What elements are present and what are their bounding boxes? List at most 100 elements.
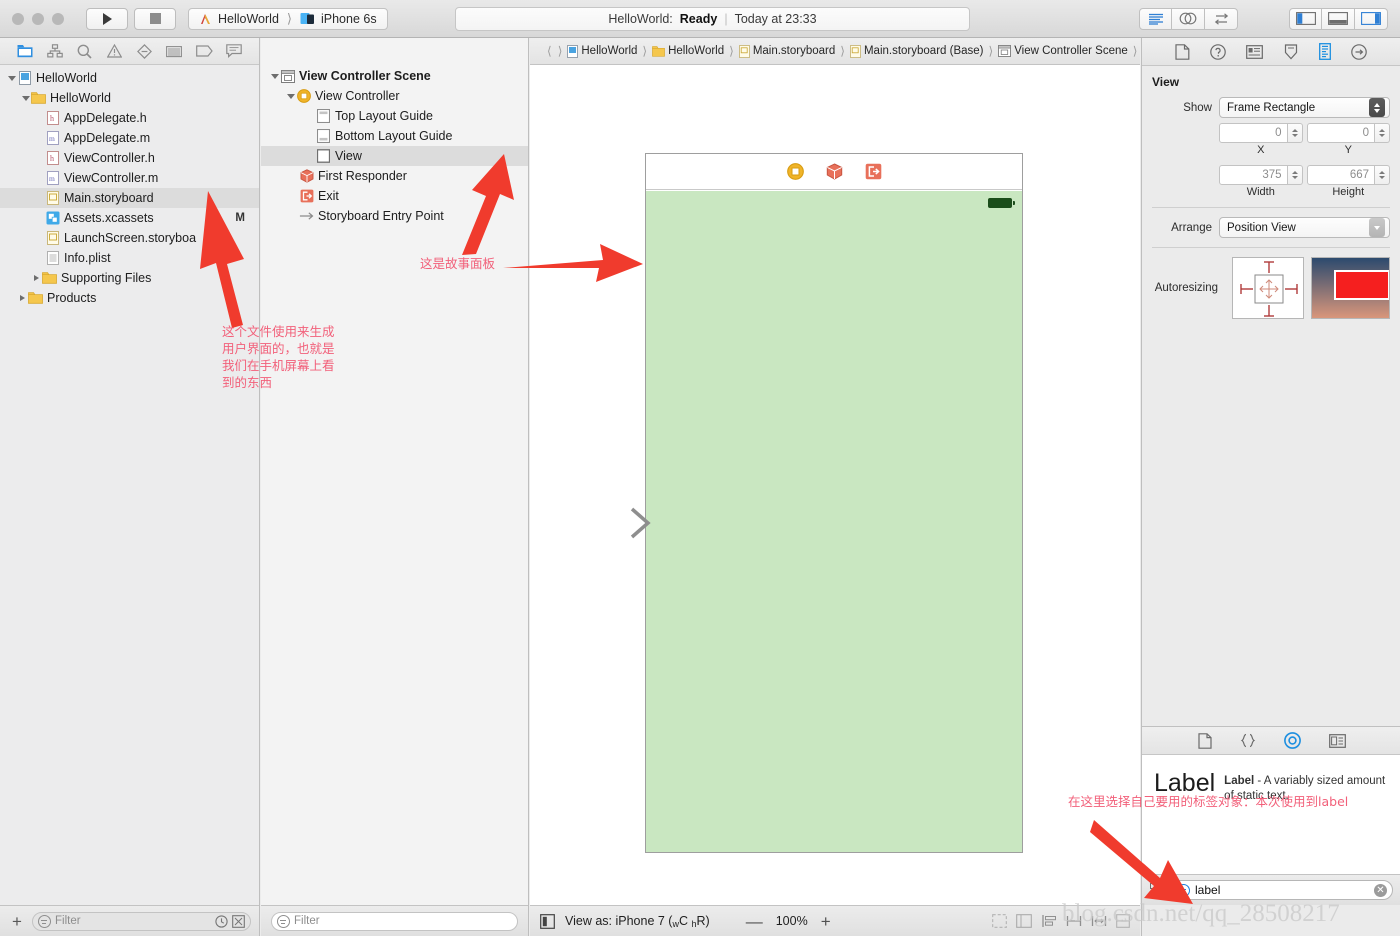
clock-icon[interactable] — [215, 914, 228, 928]
view-as-label[interactable]: View as: iPhone 7 (wC hR) — [565, 914, 710, 929]
autoresizing-control[interactable] — [1232, 257, 1304, 319]
toggle-navigator-button[interactable] — [1289, 7, 1322, 30]
embed-in-icon[interactable] — [1016, 914, 1032, 928]
tree-row-file[interactable]: m AppDelegate.m — [0, 128, 259, 148]
test-navigator-icon[interactable] — [134, 42, 154, 60]
scheme-selector[interactable]: HelloWorld ⟩ iPhone 6s — [188, 7, 388, 30]
outline-row-scene[interactable]: View Controller Scene — [261, 66, 528, 86]
connections-inspector-icon[interactable] — [1351, 43, 1367, 60]
disclosure-triangle[interactable] — [31, 275, 42, 281]
file-template-library-icon[interactable] — [1197, 732, 1212, 749]
library-filter-field[interactable]: label ✕ — [1171, 880, 1393, 900]
outline-row-first-responder[interactable]: First Responder — [261, 166, 528, 186]
arrange-popup[interactable]: Position View — [1219, 217, 1390, 238]
storyboard-canvas[interactable] — [530, 65, 1140, 905]
y-stepper[interactable]: 0 — [1306, 123, 1390, 143]
outline-row-top-layout-guide[interactable]: Top Layout Guide — [261, 106, 528, 126]
outline-filter-field[interactable]: Filter — [271, 911, 518, 931]
height-field[interactable]: 667 — [1306, 165, 1375, 185]
report-navigator-icon[interactable] — [224, 42, 244, 60]
forward-button[interactable]: ⟩ — [558, 44, 563, 58]
tree-row-file[interactable]: h AppDelegate.h — [0, 108, 259, 128]
arrange-chevron-down-icon[interactable] — [1369, 218, 1385, 237]
zoom-out-button[interactable]: — — [746, 913, 763, 930]
first-responder-icon[interactable] — [826, 163, 843, 180]
breadcrumb-item-storyboard-base[interactable]: Main.storyboard (Base) — [850, 44, 984, 58]
quick-help-icon[interactable] — [1210, 43, 1226, 60]
outline-row-bottom-layout-guide[interactable]: Bottom Layout Guide — [261, 126, 528, 146]
tree-row-assets[interactable]: Assets.xcassets M — [0, 208, 259, 228]
disclosure-triangle[interactable] — [6, 75, 17, 81]
size-inspector-icon[interactable] — [1319, 43, 1331, 60]
tree-row-supporting-files[interactable]: Supporting Files — [0, 268, 259, 288]
toggle-debug-area-button[interactable] — [1322, 7, 1355, 30]
align-icon[interactable] — [1041, 914, 1057, 928]
close-button[interactable] — [12, 12, 24, 25]
show-popup[interactable]: Frame Rectangle — [1219, 97, 1390, 118]
tree-row-group[interactable]: HelloWorld — [0, 88, 259, 108]
disclosure-triangle[interactable] — [20, 95, 31, 101]
breadcrumb-item-project[interactable]: HelloWorld — [567, 44, 637, 58]
object-library-icon[interactable] — [1283, 732, 1301, 749]
media-library-icon[interactable] — [1328, 733, 1346, 748]
disclosure-triangle[interactable] — [269, 73, 280, 79]
pin-icon[interactable] — [1066, 914, 1082, 928]
outline-row-view-controller[interactable]: View Controller — [261, 86, 528, 106]
tree-row-main-storyboard[interactable]: Main.storyboard — [0, 188, 259, 208]
version-editor-button[interactable] — [1205, 7, 1238, 30]
width-stepper[interactable]: 375 — [1219, 165, 1303, 185]
maximize-button[interactable] — [52, 12, 64, 25]
source-control-navigator-icon[interactable] — [45, 42, 65, 60]
stop-button[interactable] — [134, 7, 176, 30]
tree-row-file[interactable]: Info.plist — [0, 248, 259, 268]
clear-icon[interactable]: ✕ — [1374, 883, 1387, 897]
breadcrumb-item-group[interactable]: HelloWorld — [652, 45, 724, 57]
tree-row-file[interactable]: LaunchScreen.storyboa — [0, 228, 259, 248]
tree-row-products[interactable]: Products — [0, 288, 259, 308]
view-controller-icon[interactable] — [786, 163, 804, 180]
y-field[interactable]: 0 — [1306, 123, 1375, 143]
resolve-issues-icon[interactable] — [1091, 914, 1107, 928]
x-field[interactable]: 0 — [1219, 123, 1288, 143]
height-stepper[interactable]: 667 — [1306, 165, 1390, 185]
tree-row-project[interactable]: HelloWorld — [0, 68, 259, 88]
minimize-button[interactable] — [32, 12, 44, 25]
standard-editor-button[interactable] — [1139, 7, 1172, 30]
run-button[interactable] — [86, 7, 128, 30]
navigator-filter-field[interactable]: Filter — [32, 911, 251, 931]
project-navigator-icon[interactable] — [15, 42, 35, 60]
document-outline-tree[interactable]: View Controller Scene View Controller To… — [261, 66, 528, 905]
filter-sourcecontrol-icon[interactable] — [232, 914, 245, 928]
stack-icon[interactable] — [1116, 914, 1130, 928]
attributes-inspector-icon[interactable] — [1283, 43, 1299, 60]
outline-row-view[interactable]: View — [261, 146, 528, 166]
width-stepper-buttons[interactable] — [1287, 165, 1303, 185]
code-snippet-library-icon[interactable] — [1240, 733, 1256, 748]
file-inspector-icon[interactable] — [1175, 43, 1190, 60]
tree-row-file[interactable]: m ViewController.m — [0, 168, 259, 188]
find-navigator-icon[interactable] — [75, 42, 95, 60]
back-button[interactable]: ⟨ — [547, 44, 552, 58]
view-controller-scene-canvas[interactable] — [645, 153, 1023, 853]
show-stepper-icon[interactable] — [1369, 98, 1385, 117]
update-frames-icon[interactable] — [992, 914, 1007, 928]
zoom-in-button[interactable]: + — [821, 913, 831, 930]
toggle-utilities-button[interactable] — [1355, 7, 1388, 30]
outline-row-entry-point[interactable]: Storyboard Entry Point — [261, 206, 528, 226]
debug-navigator-icon[interactable] — [164, 42, 184, 60]
assistant-editor-button[interactable] — [1172, 7, 1205, 30]
add-file-button[interactable]: + — [8, 913, 26, 930]
project-file-tree[interactable]: HelloWorld HelloWorld h AppDelegate.h m … — [0, 65, 259, 905]
x-stepper[interactable]: 0 — [1219, 123, 1303, 143]
outline-row-exit[interactable]: Exit — [261, 186, 528, 206]
width-field[interactable]: 375 — [1219, 165, 1288, 185]
device-bezel-icon[interactable] — [540, 913, 555, 929]
root-view[interactable] — [646, 191, 1022, 852]
tree-row-file[interactable]: h ViewController.h — [0, 148, 259, 168]
disclosure-triangle[interactable] — [285, 93, 296, 99]
disclosure-triangle[interactable] — [17, 295, 28, 301]
height-stepper-buttons[interactable] — [1375, 165, 1390, 185]
y-stepper-buttons[interactable] — [1375, 123, 1390, 143]
identity-inspector-icon[interactable] — [1246, 44, 1263, 59]
library-grid-icon[interactable] — [1150, 883, 1164, 897]
